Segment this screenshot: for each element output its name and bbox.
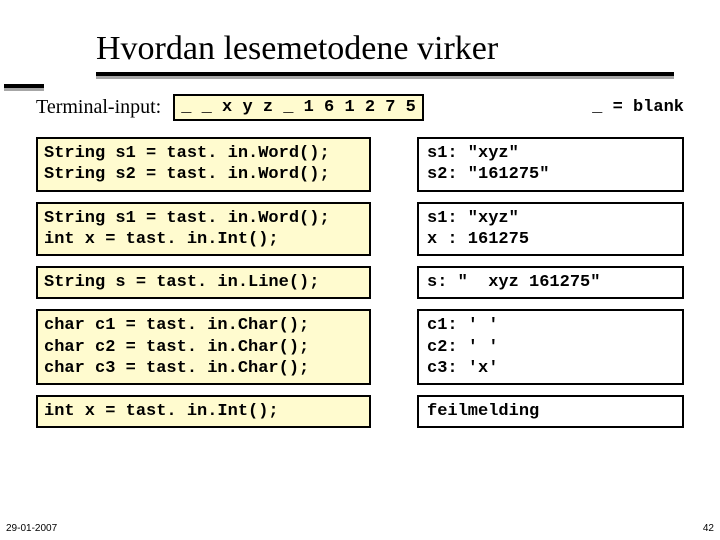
footer-date: 29-01-2007 (6, 523, 57, 534)
example-row: char c1 = tast. in.Char(); char c2 = tas… (36, 309, 684, 385)
example-row: String s = tast. in.Line(); s: " xyz 161… (36, 266, 684, 299)
terminal-input-row: Terminal-input: _ _ x y z _ 1 6 1 2 7 5 … (36, 94, 684, 121)
slide-title: Hvordan lesemetodene virker (96, 30, 684, 68)
result-box: c1: ' ' c2: ' ' c3: 'x' (417, 309, 684, 385)
result-box: s: " xyz 161275" (417, 266, 684, 299)
result-box: feilmelding (417, 395, 684, 428)
code-box: int x = tast. in.Int(); (36, 395, 371, 428)
title-underline-accent (4, 84, 44, 92)
example-row: int x = tast. in.Int(); feilmelding (36, 395, 684, 428)
slide: Hvordan lesemetodene virker Terminal-inp… (0, 0, 720, 428)
code-box: String s = tast. in.Line(); (36, 266, 371, 299)
blank-legend: _ = blank (592, 98, 684, 117)
example-row: String s1 = tast. in.Word(); int x = tas… (36, 202, 684, 257)
terminal-input-value: _ _ x y z _ 1 6 1 2 7 5 (173, 94, 424, 121)
code-box: String s1 = tast. in.Word(); int x = tas… (36, 202, 371, 257)
result-box: s1: "xyz" s2: "161275" (417, 137, 684, 192)
footer-page-number: 42 (703, 523, 714, 534)
terminal-input-label: Terminal-input: (36, 96, 161, 119)
code-box: char c1 = tast. in.Char(); char c2 = tas… (36, 309, 371, 385)
code-box: String s1 = tast. in.Word(); String s2 =… (36, 137, 371, 192)
result-box: s1: "xyz" x : 161275 (417, 202, 684, 257)
example-row: String s1 = tast. in.Word(); String s2 =… (36, 137, 684, 192)
title-underline (96, 72, 674, 80)
